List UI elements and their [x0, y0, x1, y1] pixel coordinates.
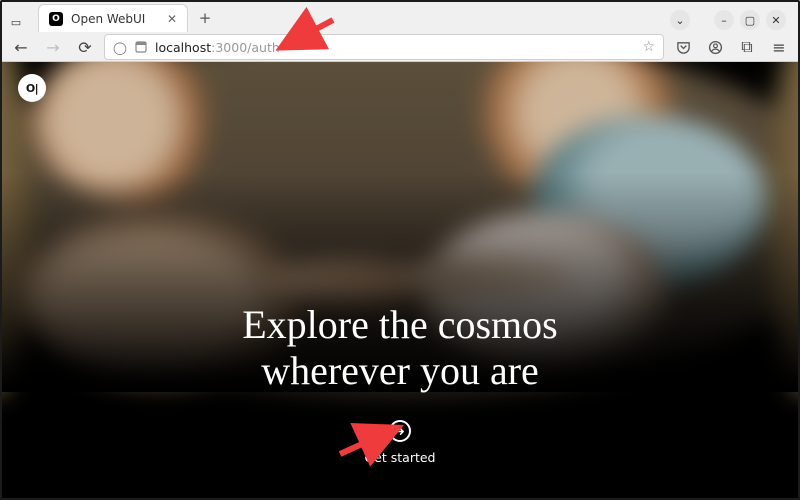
hero-section: Explore the cosmos wherever you are Get … [0, 302, 800, 465]
app-menu-icon[interactable]: ≡ [766, 34, 792, 60]
site-info-icon[interactable] [135, 41, 147, 53]
session-icon[interactable]: ▭ [6, 12, 26, 32]
pocket-icon[interactable] [670, 34, 696, 60]
bookmark-star-icon[interactable]: ☆ [642, 39, 655, 55]
tracking-shield-icon[interactable]: ◯ [113, 40, 127, 55]
new-tab-button[interactable]: + [192, 5, 218, 31]
tabs-overflow-icon[interactable]: ⌄ [670, 10, 690, 30]
tab-strip: ▭ O Open WebUI ✕ + ⌄ – ▢ ✕ [0, 0, 800, 32]
window-minimize-icon[interactable]: – [714, 10, 734, 30]
hero-headline: Explore the cosmos wherever you are [0, 302, 800, 394]
nav-row: ← → ⟳ ◯ localhost:3000/auth ☆ ⧉ ≡ [0, 32, 800, 62]
arrow-right-circle-icon [389, 420, 411, 442]
back-button[interactable]: ← [8, 34, 34, 60]
get-started-label: Get started [365, 450, 436, 465]
window-close-icon[interactable]: ✕ [766, 10, 786, 30]
page-content: O| Explore the cosmos wherever you are G… [0, 62, 800, 500]
app-logo-badge[interactable]: O| [18, 74, 46, 102]
account-icon[interactable] [702, 34, 728, 60]
reload-button[interactable]: ⟳ [72, 34, 98, 60]
window-maximize-icon[interactable]: ▢ [740, 10, 760, 30]
tab-close-icon[interactable]: ✕ [167, 12, 177, 26]
forward-button[interactable]: → [40, 34, 66, 60]
tab-title: Open WebUI [71, 12, 159, 26]
url-bar[interactable]: ◯ localhost:3000/auth ☆ [104, 34, 664, 60]
get-started-button[interactable]: Get started [365, 420, 436, 465]
extensions-icon[interactable]: ⧉ [734, 34, 760, 60]
url-text: localhost:3000/auth [155, 40, 280, 55]
favicon-icon: O [49, 12, 63, 26]
browser-chrome: ▭ O Open WebUI ✕ + ⌄ – ▢ ✕ ← → ⟳ ◯ local… [0, 0, 800, 62]
browser-tab-active[interactable]: O Open WebUI ✕ [38, 4, 188, 32]
